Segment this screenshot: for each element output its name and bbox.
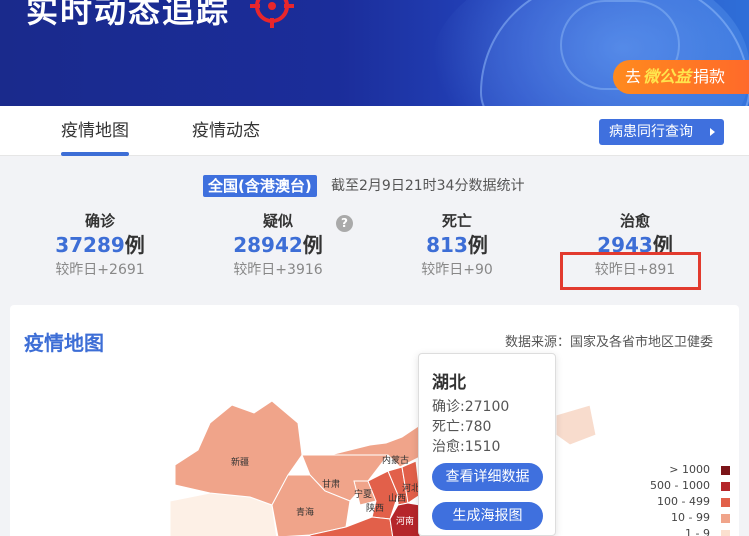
donate-button[interactable]: 去微公益 捐款: [613, 60, 749, 94]
legend-swatch: [721, 498, 730, 507]
tooltip-cured: 治愈:1510: [432, 439, 501, 455]
highlight-box: [560, 252, 701, 290]
map-card: 疫情地图 数据来源：国家及各省市地区卫健委 新疆 内蒙古 甘肃 青海 宁夏 陕西…: [10, 305, 739, 536]
label-xinjiang: 新疆: [231, 456, 249, 468]
legend-row: 500 - 1000: [640, 478, 730, 494]
label-shaanxi: 陕西: [366, 502, 384, 514]
label-neimenggu: 内蒙古: [382, 454, 409, 466]
page: 实时动态追踪 去微公益 捐款 疫情地图 疫情动态 病患同行查询 全国(含港澳台) …: [0, 0, 749, 536]
crosshair-icon: [250, 0, 294, 28]
label-ningxia: 宁夏: [354, 488, 372, 500]
label-qinghai: 青海: [296, 506, 314, 518]
stat-dead: 死亡 813例 较昨日+90: [421, 212, 493, 278]
legend-row: 1 - 9: [640, 526, 730, 536]
weibo-charity-logo: 微公益: [643, 67, 692, 86]
legend-swatch: [721, 482, 730, 491]
help-icon[interactable]: ?: [336, 215, 353, 232]
legend-swatch: [721, 466, 730, 475]
label-gansu: 甘肃: [322, 478, 340, 490]
legend-swatch: [721, 530, 730, 536]
arrow-right-icon: [710, 128, 715, 136]
view-details-button[interactable]: 查看详细数据: [432, 463, 543, 491]
legend-row: 10 - 99: [640, 510, 730, 526]
province-tooltip: 湖北 确诊:27100 死亡:780 治愈:1510 查看详细数据 生成海报图: [418, 353, 556, 536]
legend-swatch: [721, 514, 730, 523]
tab-bar: 疫情地图 疫情动态 病患同行查询: [0, 106, 749, 156]
legend-row: 100 - 499: [640, 494, 730, 510]
tab-epidemic-map[interactable]: 疫情地图: [61, 106, 129, 156]
banner-title: 实时动态追踪: [26, 0, 231, 30]
map-legend: > 1000 500 - 1000 100 - 499 10 - 99 1 - …: [640, 462, 730, 536]
as-of-text: 截至2月9日21时34分数据统计: [331, 178, 525, 194]
label-henan: 河南: [396, 515, 414, 527]
china-map: 新疆 内蒙古 甘肃 青海 宁夏 陕西 山西 河北 河南: [169, 400, 597, 536]
tooltip-confirmed: 确诊:27100: [432, 399, 510, 415]
stat-confirmed: 确诊 37289例 较昨日+2691: [55, 212, 145, 278]
province-northeast[interactable]: [555, 404, 597, 446]
legend-row: > 1000: [640, 462, 730, 478]
tooltip-dead: 死亡:780: [432, 419, 492, 435]
tab-epidemic-news[interactable]: 疫情动态: [192, 106, 260, 156]
banner: 实时动态追踪 去微公益 捐款: [0, 0, 749, 106]
tooltip-province-name: 湖北: [432, 373, 466, 393]
label-shanxi: 山西: [388, 493, 406, 504]
same-trip-query-button[interactable]: 病患同行查询: [599, 119, 724, 145]
region-badge: 全国(含港澳台): [203, 175, 317, 197]
generate-poster-button[interactable]: 生成海报图: [432, 502, 543, 530]
